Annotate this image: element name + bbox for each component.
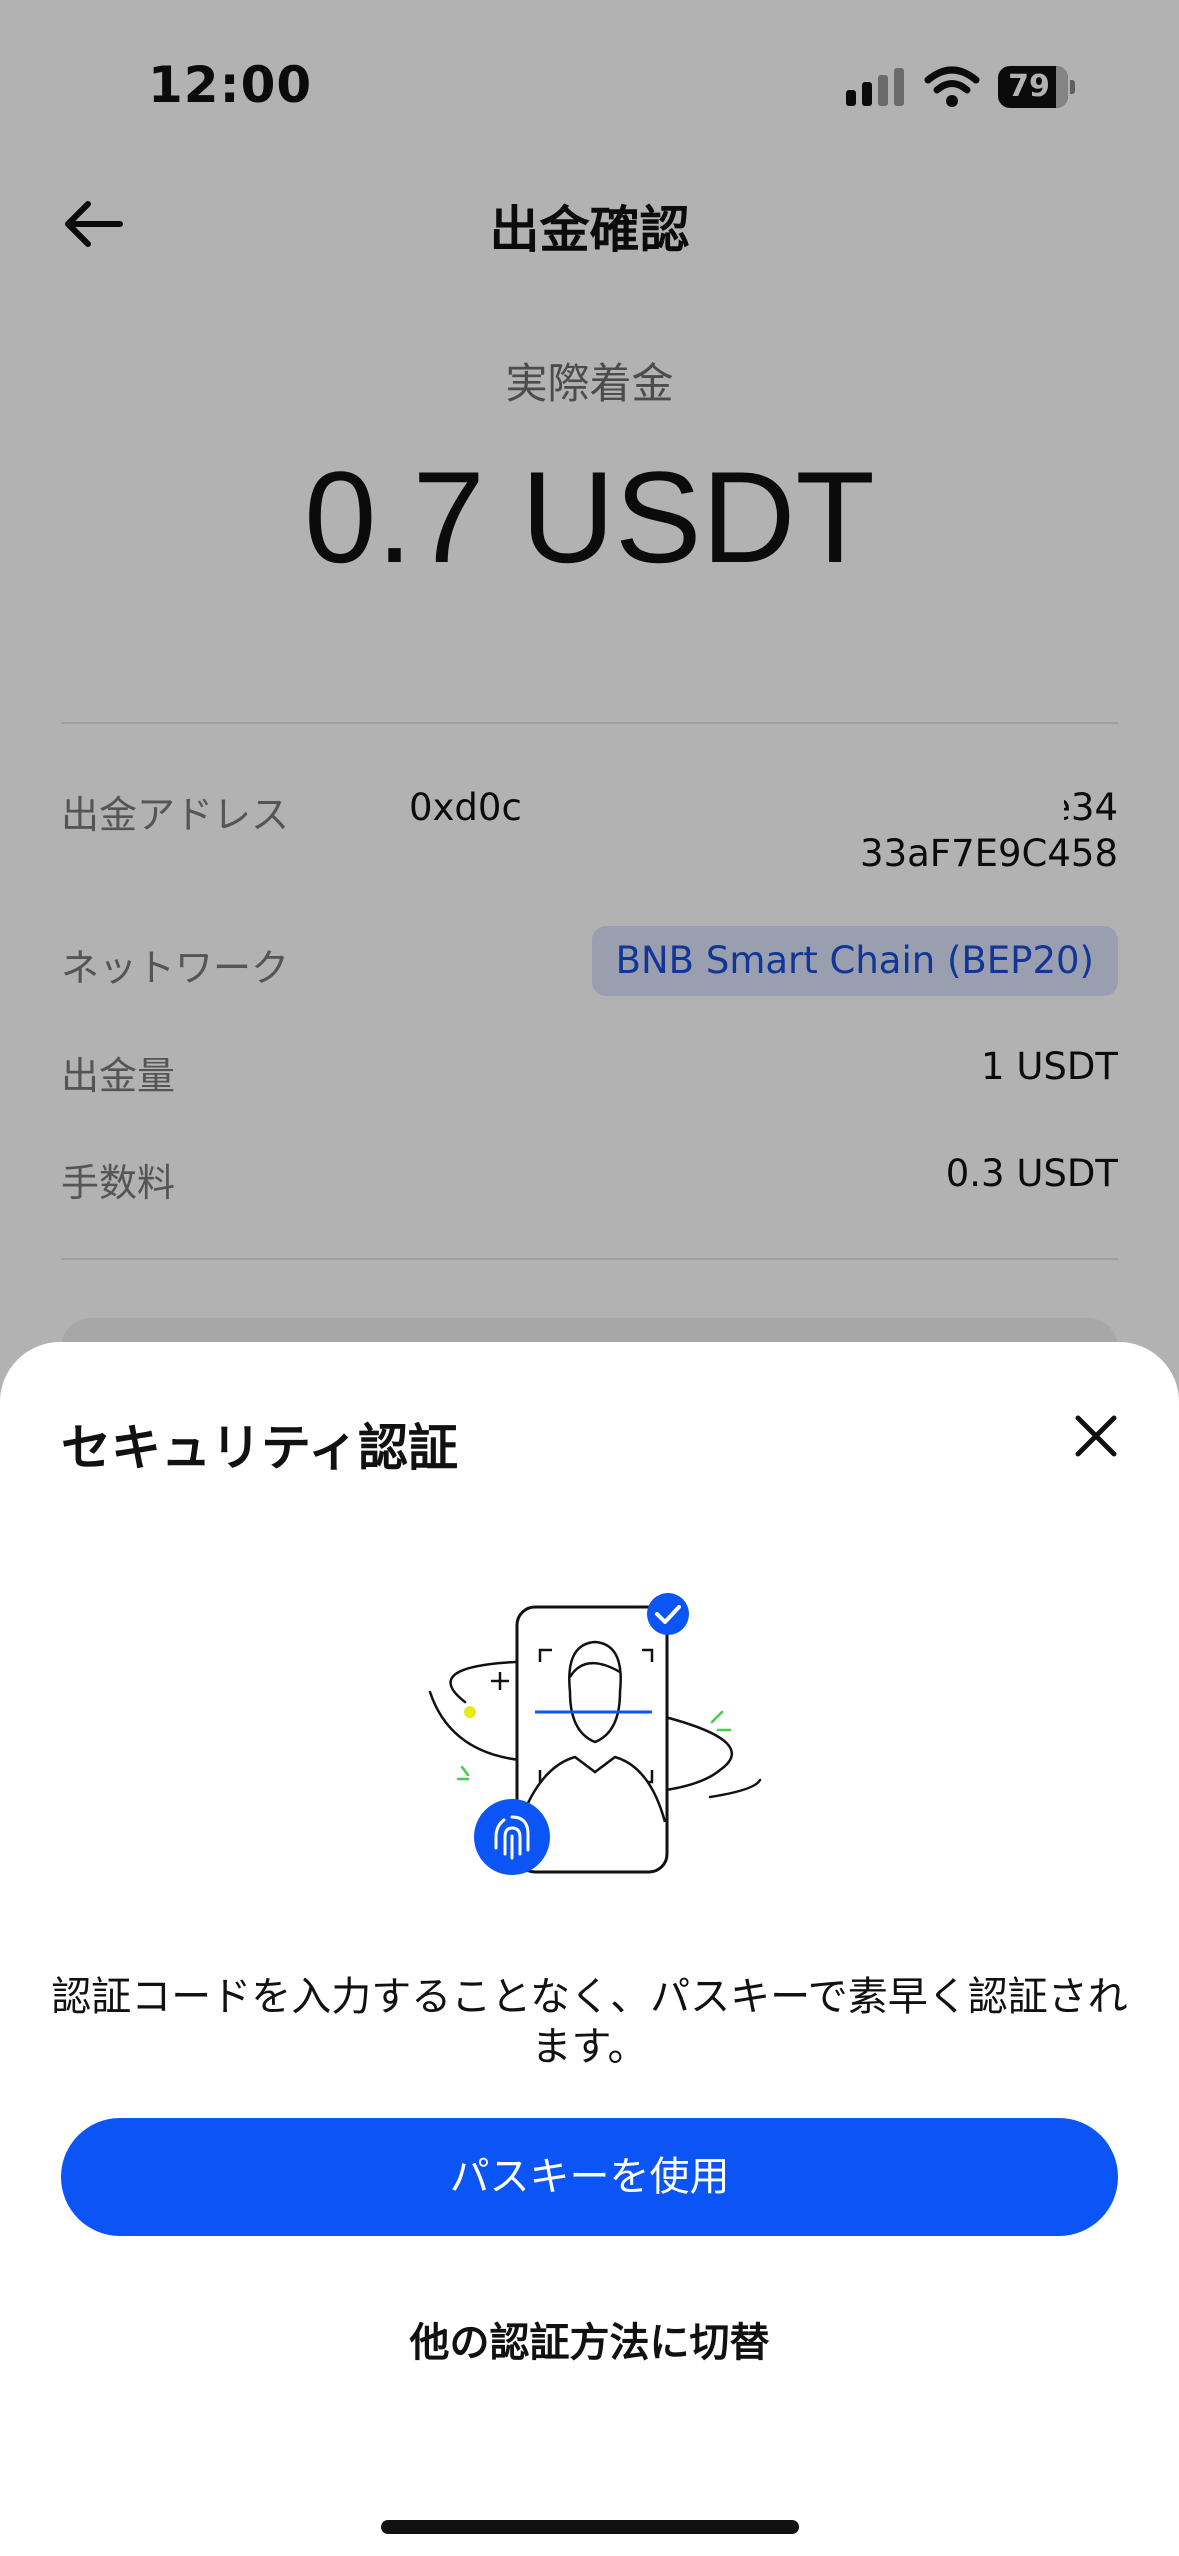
withdraw-confirm-screen: 12:00 79 出金確認 実際着金 0.7 USDT 出金アドレス 0xd0c… xyxy=(0,0,1179,2556)
fingerprint-icon xyxy=(474,1799,550,1875)
use-passkey-button[interactable]: パスキーを使用 xyxy=(61,2118,1118,2236)
home-indicator xyxy=(381,2520,799,2534)
security-verification-sheet: セキュリティ認証 認証コードを入力することなく、パスキーで素早く認証されます。 … xyxy=(0,1342,1179,2556)
face-scan-illustration xyxy=(428,1593,762,1875)
passkey-description: 認証コードを入力することなく、パスキーで素早く認証されます。 xyxy=(51,1974,1128,2070)
check-icon xyxy=(647,1593,689,1635)
close-icon[interactable] xyxy=(1070,1410,1122,1462)
sheet-title: セキュリティ認証 xyxy=(61,1419,458,1477)
switch-auth-method-link[interactable]: 他の認証方法に切替 xyxy=(0,2310,1179,2368)
